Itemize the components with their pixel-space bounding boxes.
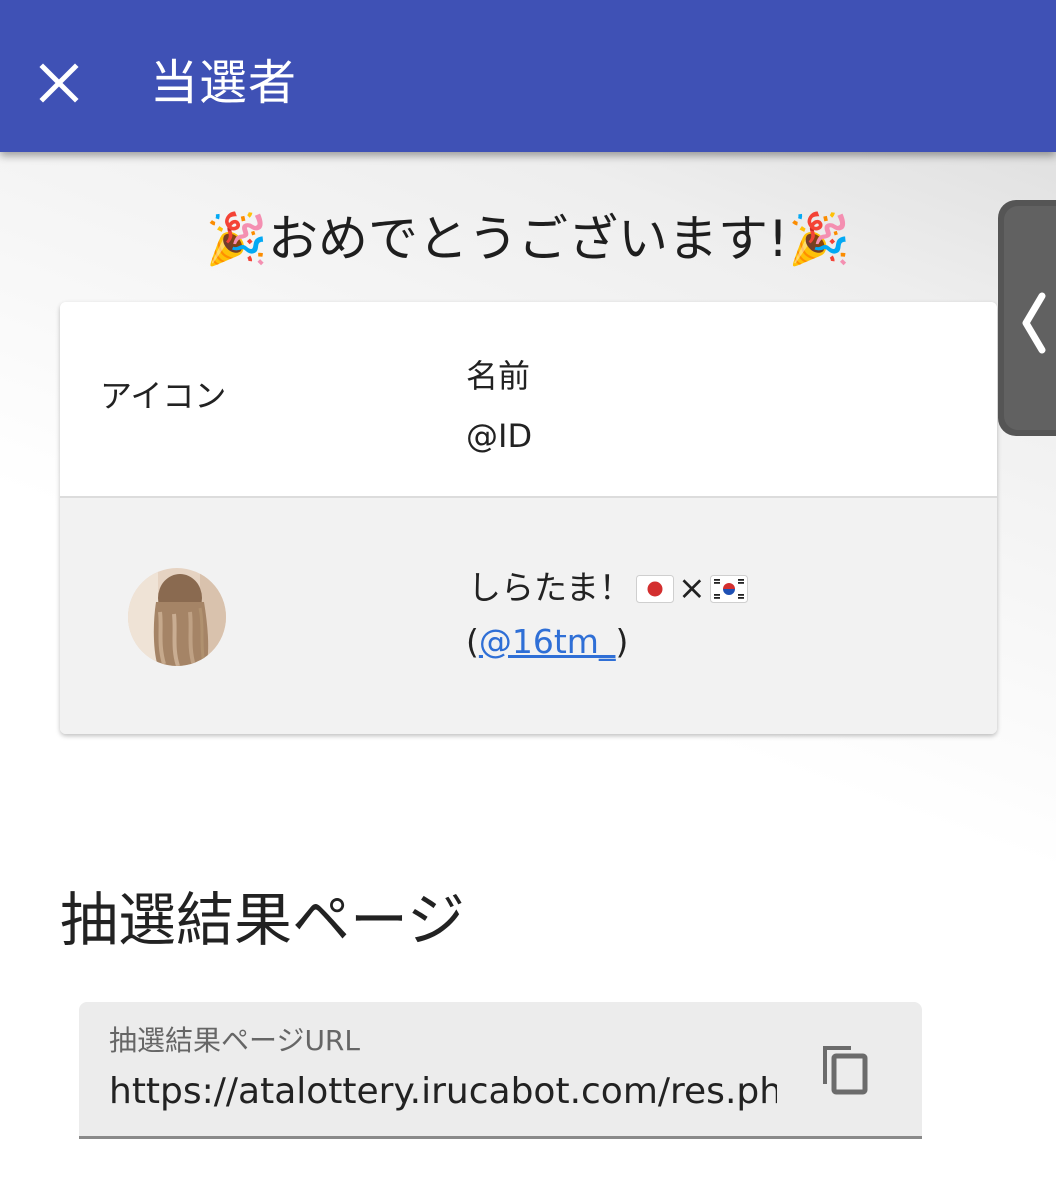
- result-page-heading: 抽選結果ページ: [60, 886, 465, 954]
- page-title: 当選者: [150, 55, 298, 111]
- result-url-label: 抽選結果ページURL: [109, 1024, 360, 1057]
- winner-id: (@16tm_): [466, 616, 628, 668]
- app-bar: 当選者: [0, 0, 1056, 152]
- winner-id-close-paren: ): [615, 622, 629, 661]
- party-popper-icon: 🎉: [205, 210, 268, 268]
- table-row: しらたま！ × (@16tm_): [60, 498, 997, 734]
- flag-separator: ×: [678, 568, 706, 607]
- winner-name-text: しらたま！: [468, 568, 633, 607]
- header-id-label: @ID: [466, 417, 533, 455]
- japan-flag-icon: [636, 575, 675, 603]
- copy-icon[interactable]: [817, 1040, 873, 1096]
- header-icon-column: アイコン: [100, 377, 227, 415]
- table-header: アイコン 名前 @ID: [60, 302, 997, 498]
- congratulations-message: 🎉おめでとうございます!🎉: [0, 204, 1056, 274]
- winner-id-link[interactable]: @16tm_: [479, 622, 616, 661]
- side-panel-toggle[interactable]: [998, 200, 1056, 436]
- winner-id-open-paren: (: [466, 622, 479, 661]
- winner-name: しらたま！ ×: [468, 562, 752, 614]
- result-url-field: 抽選結果ページURL: [79, 1002, 922, 1139]
- congratulations-text: おめでとうございます!: [267, 210, 789, 268]
- result-url-input[interactable]: [109, 1064, 777, 1120]
- chevron-left-icon: [1022, 292, 1046, 354]
- avatar-image: [128, 568, 226, 666]
- side-panel-toggle-surface: [1004, 206, 1056, 430]
- header-name-column: 名前 @ID: [466, 346, 532, 466]
- korea-flag-icon: [709, 575, 748, 603]
- winners-table: アイコン 名前 @ID しらたま！ × (@16tm_): [60, 302, 997, 734]
- party-popper-icon: 🎉: [788, 210, 851, 268]
- avatar[interactable]: [128, 568, 226, 666]
- close-icon[interactable]: [36, 60, 82, 106]
- header-name-label: 名前: [466, 357, 531, 395]
